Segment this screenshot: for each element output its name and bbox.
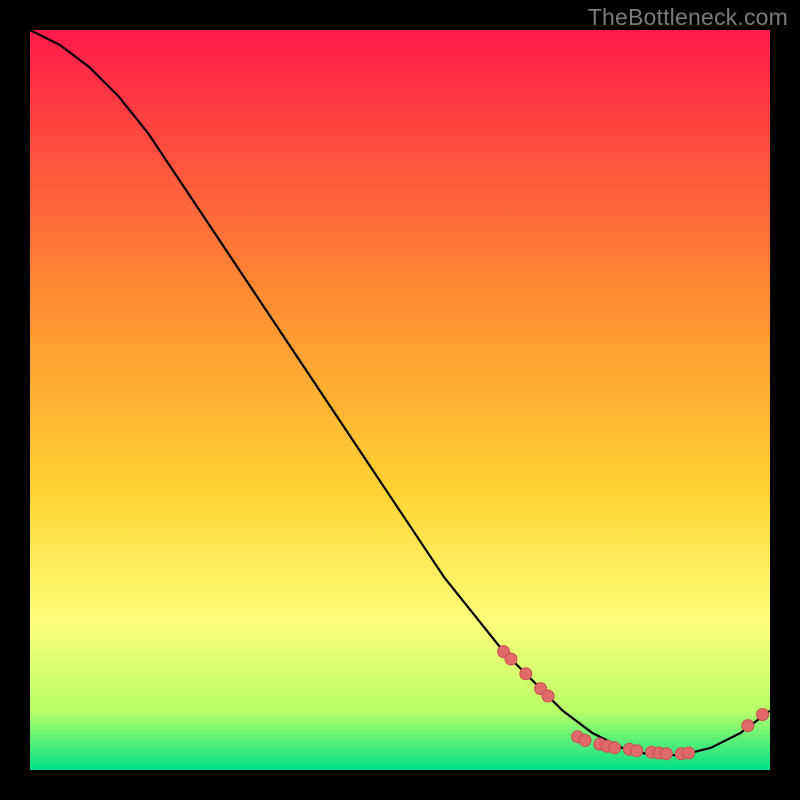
curve-marker — [631, 745, 643, 757]
chart-frame: TheBottleneck.com — [0, 0, 800, 800]
curve-marker — [757, 709, 769, 721]
gradient-background — [30, 30, 770, 770]
bottleneck-chart — [30, 30, 770, 770]
curve-marker — [660, 748, 672, 760]
curve-marker — [742, 720, 754, 732]
curve-marker — [609, 742, 621, 754]
curve-marker — [542, 690, 554, 702]
curve-marker — [579, 734, 591, 746]
curve-marker — [520, 668, 532, 680]
curve-marker — [683, 747, 695, 759]
plot-area — [30, 30, 770, 770]
watermark-text: TheBottleneck.com — [588, 4, 788, 31]
curve-marker — [505, 653, 517, 665]
